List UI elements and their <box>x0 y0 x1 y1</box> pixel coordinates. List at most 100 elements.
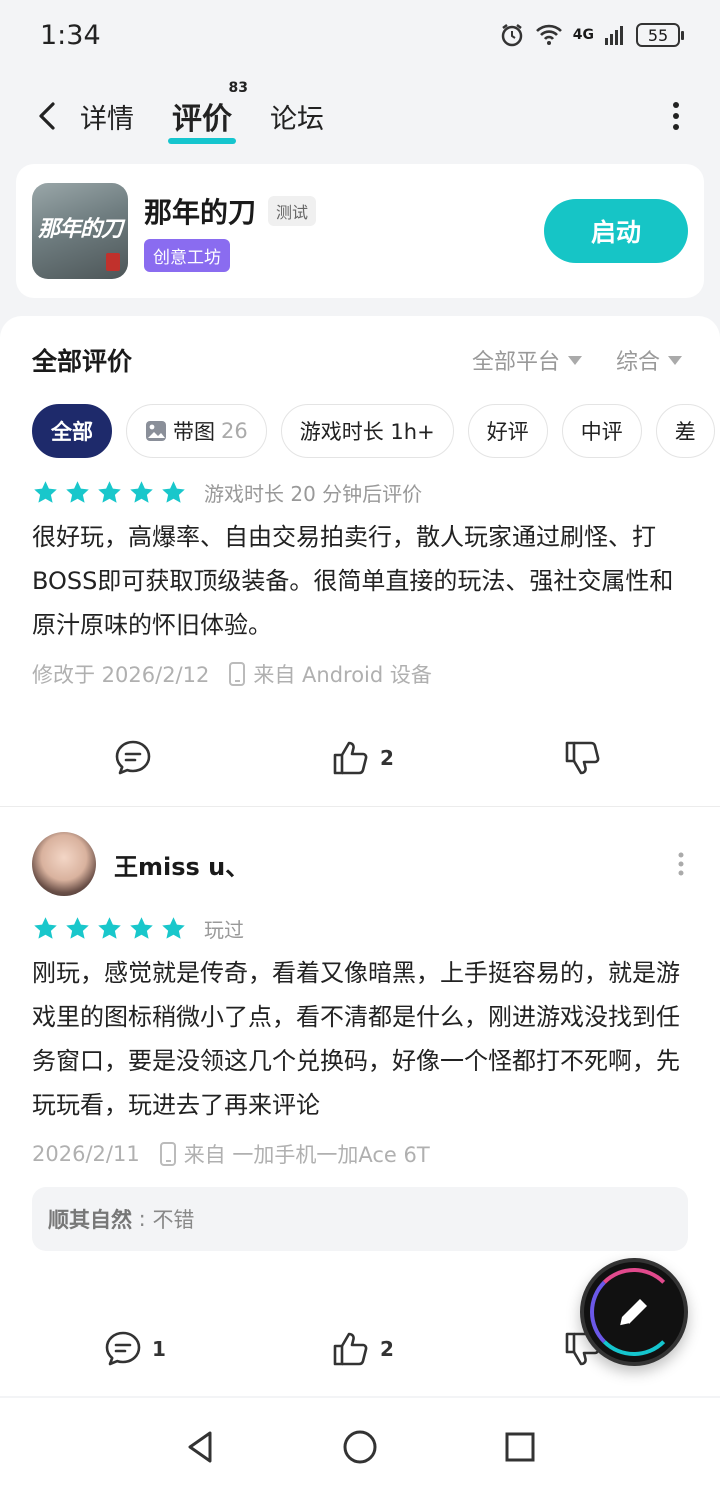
star-icon <box>66 481 89 503</box>
reviews-section-title: 全部评价 <box>32 347 133 376</box>
star-icon <box>66 917 89 939</box>
comment-icon <box>105 1331 141 1366</box>
phone-icon <box>159 1142 176 1166</box>
status-bar: 1:34 4G 55 <box>0 0 720 70</box>
chip-neutral-label: 中评 <box>580 420 623 444</box>
chip-positive-label: 好评 <box>486 420 529 444</box>
review-meta: 修改于 2026/2/12 来自 Android 设备 <box>0 659 720 689</box>
comment-count: 1 <box>152 1337 166 1361</box>
thumbs-up-icon <box>333 741 368 775</box>
chip-with-images-label: 带图 <box>173 420 215 444</box>
chip-playtime-label: 游戏时长 1h+ <box>299 420 435 444</box>
star-icon <box>162 917 185 939</box>
chip-with-images-count: 26 <box>221 419 248 443</box>
test-tag: 测试 <box>268 195 317 226</box>
chip-positive[interactable]: 好评 <box>467 404 548 458</box>
write-review-fab[interactable] <box>580 1258 688 1366</box>
platform-filter-dropdown[interactable]: 全部平台 <box>472 344 583 376</box>
back-arrow-icon[interactable] <box>30 98 66 134</box>
more-vertical-icon[interactable] <box>678 852 684 876</box>
review-text[interactable]: 很好玩，高爆率、自由交易拍卖行，散人玩家通过刷怪、打BOSS即可获取顶级装备。很… <box>0 515 720 647</box>
review-count-badge: 83 <box>228 80 248 96</box>
workshop-tag[interactable]: 创意工坊 <box>144 238 230 272</box>
star-icon <box>34 917 57 939</box>
username[interactable]: 王miss u、 <box>114 847 249 882</box>
filter-chips: 全部 带图 26 游戏时长 1h+ 好评 中评 差 <box>32 404 720 460</box>
launch-button[interactable]: 启动 <box>544 199 688 263</box>
review-body: 玩过 刚玩，感觉就是传奇，看着又像暗黑，上手挺容易的，就是游戏里的图标稍微小了点… <box>0 914 720 1251</box>
review-card: 游戏时长 20 分钟后评价 很好玩，高爆率、自由交易拍卖行，散人玩家通过刷怪、打… <box>0 478 720 689</box>
battery-indicator: 55 <box>636 23 684 47</box>
star-icon <box>34 481 57 503</box>
tab-details[interactable]: 详情 <box>80 97 134 136</box>
app-name: 那年的刀 <box>144 195 257 229</box>
app-icon-seal <box>106 253 120 271</box>
image-icon <box>146 421 166 441</box>
system-nav-bar <box>0 1398 720 1496</box>
thumbs-up-icon <box>333 1332 368 1366</box>
comment-button[interactable]: 1 <box>102 1328 166 1370</box>
reply-text: 不错 <box>152 1208 195 1232</box>
dislike-button[interactable] <box>562 737 604 779</box>
tab-reviews[interactable]: 评价 83 <box>168 80 248 144</box>
star-rating: 游戏时长 20 分钟后评价 <box>0 478 720 507</box>
star-icon <box>98 481 121 503</box>
review-user-row[interactable]: 王miss u、 <box>0 832 720 896</box>
chip-all-label: 全部 <box>51 420 93 444</box>
like-button[interactable]: 2 <box>330 737 394 779</box>
review-divider <box>0 806 720 807</box>
review-device: 来自 Android 设备 <box>253 663 432 687</box>
fab-ring <box>590 1268 678 1356</box>
chip-playtime[interactable]: 游戏时长 1h+ <box>280 404 454 458</box>
comment-button[interactable] <box>112 737 162 779</box>
platform-filter-label: 全部平台 <box>472 350 561 375</box>
chip-with-images[interactable]: 带图 26 <box>126 404 267 458</box>
status-time: 1:34 <box>40 19 101 51</box>
chevron-down-icon <box>668 355 683 365</box>
app-icon-logo-text: 那年的刀 <box>38 216 123 242</box>
review-card: 王miss u、 <box>0 832 720 896</box>
reply-author: 顺其自然 <box>48 1208 132 1232</box>
star-icon <box>130 481 153 503</box>
star-icon <box>130 917 153 939</box>
network-type: 4G <box>572 27 594 43</box>
like-count: 2 <box>380 746 394 770</box>
review-device: 来自 一加手机一加Ace 6T <box>183 1143 430 1167</box>
review-date: 2026/2/11 <box>32 1142 140 1166</box>
app-title-row: 那年的刀 测试 <box>144 191 544 231</box>
phone-icon <box>229 662 246 686</box>
play-time-meta: 玩过 <box>204 918 244 942</box>
more-vertical-icon[interactable] <box>672 100 680 132</box>
status-icons: 4G 55 <box>499 22 684 48</box>
signal-icon <box>605 26 623 45</box>
wifi-icon <box>535 24 562 45</box>
app-icon[interactable]: 那年的刀 <box>32 183 128 279</box>
chip-neutral[interactable]: 中评 <box>561 404 642 458</box>
chip-negative[interactable]: 差 <box>655 404 715 458</box>
tab-forum[interactable]: 论坛 <box>270 97 324 136</box>
avatar[interactable] <box>32 832 96 896</box>
comment-icon <box>115 740 151 775</box>
app-card: 那年的刀 那年的刀 测试 创意工坊 启动 <box>16 164 704 298</box>
app-info: 那年的刀 测试 创意工坊 <box>144 191 544 272</box>
sort-filter-label: 综合 <box>616 350 661 375</box>
review-text[interactable]: 刚玩，感觉就是传奇，看着又像暗黑，上手挺容易的，就是游戏里的图标稍微小了点，看不… <box>0 951 720 1127</box>
star-icon <box>162 481 185 503</box>
chip-negative-label: 差 <box>674 420 696 444</box>
like-button[interactable]: 2 <box>330 1328 394 1370</box>
reply-separator: : <box>132 1207 153 1231</box>
recents-square-icon[interactable] <box>500 1427 540 1467</box>
back-triangle-icon[interactable] <box>180 1427 220 1467</box>
alarm-icon <box>501 24 523 47</box>
review-meta: 2026/2/11 来自 一加手机一加Ace 6T <box>0 1139 720 1169</box>
star-rating: 玩过 <box>0 914 720 943</box>
play-time-meta: 游戏时长 20 分钟后评价 <box>204 482 423 506</box>
chip-all[interactable]: 全部 <box>32 404 112 458</box>
like-count: 2 <box>380 1337 394 1361</box>
sort-filter-dropdown[interactable]: 综合 <box>616 344 683 376</box>
review-date: 修改于 2026/2/12 <box>32 663 210 687</box>
reply-preview[interactable]: 顺其自然 : 不错 <box>32 1187 688 1251</box>
tab-reviews-label: 评价 <box>172 102 232 137</box>
home-circle-icon[interactable] <box>340 1427 380 1467</box>
chevron-down-icon <box>568 355 583 365</box>
